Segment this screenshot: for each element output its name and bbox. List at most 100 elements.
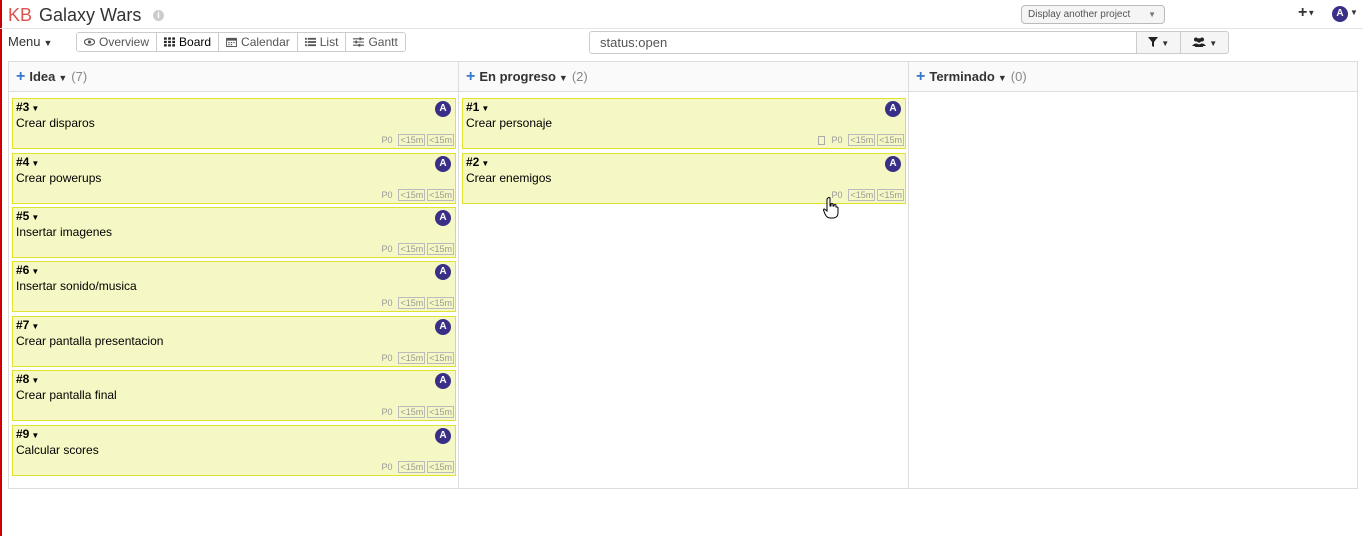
task-card[interactable]: #6 ▼ Insertar sonido/musica A P0 <15m <15… <box>12 261 456 312</box>
caret-down-icon[interactable]: ▼ <box>31 322 39 331</box>
project-select[interactable]: Display another project ▼ <box>1021 5 1165 24</box>
avatar: A <box>435 319 451 335</box>
menu-button[interactable]: Menu ▼ <box>8 34 52 49</box>
task-card[interactable]: #8 ▼ Crear pantalla final A P0 <15m <15m <box>12 370 456 421</box>
time-estimated: <15m <box>398 461 426 473</box>
time-spent: <15m <box>877 189 904 201</box>
column-title[interactable]: En progreso <box>479 69 556 84</box>
add-task-icon[interactable]: + <box>16 68 25 85</box>
caret-down-icon[interactable]: ▼ <box>998 73 1007 83</box>
task-title[interactable]: Crear pantalla presentacion <box>16 334 455 348</box>
task-footer: P0 <15m <15m <box>381 297 454 309</box>
task-footer: P0 <15m <15m <box>381 243 454 255</box>
time-estimated: <15m <box>398 352 426 364</box>
task-id[interactable]: #4 <box>16 155 29 169</box>
avatar: A <box>885 101 901 117</box>
task-title[interactable]: Crear enemigos <box>466 171 905 185</box>
info-icon[interactable]: i <box>153 10 164 21</box>
overview-view-button[interactable]: Overview <box>77 33 158 51</box>
caret-down-icon[interactable]: ▼ <box>31 104 39 113</box>
board-view-button[interactable]: Board <box>157 33 220 51</box>
time-estimated: <15m <box>398 189 426 201</box>
task-title[interactable]: Insertar imagenes <box>16 225 455 239</box>
list-view-button[interactable]: List <box>297 33 347 51</box>
task-id[interactable]: #6 <box>16 263 29 277</box>
column-count: (2) <box>571 69 588 84</box>
task-id[interactable]: #5 <box>16 209 29 223</box>
caret-down-icon[interactable]: ▼ <box>481 159 489 168</box>
caret-down-icon[interactable]: ▼ <box>31 431 39 440</box>
priority-label: P0 <box>381 462 393 472</box>
task-footer: P0 <15m <15m <box>381 406 454 418</box>
calendar-icon <box>226 37 237 47</box>
kanban-board: + Idea ▼ (7) #3 ▼ Crear disparos A P0 <15m <… <box>8 61 1358 489</box>
gantt-view-button[interactable]: Gantt <box>346 33 405 51</box>
window-left-edge <box>0 0 2 536</box>
caret-down-icon: ▼ <box>1161 39 1170 48</box>
task-card[interactable]: #5 ▼ Insertar imagenes A P0 <15m <15m <box>12 207 456 258</box>
task-id[interactable]: #3 <box>16 100 29 114</box>
task-card[interactable]: #2 ▼ Crear enemigos A P0 <15m <15m <box>462 153 906 204</box>
caret-down-icon[interactable]: ▼ <box>58 73 67 83</box>
time-spent: <15m <box>427 352 454 364</box>
column-title[interactable]: Idea <box>29 69 55 84</box>
add-menu-button[interactable]: +▼ <box>1298 4 1315 22</box>
avatar: A <box>435 156 451 172</box>
user-menu[interactable]: A ▼ <box>1332 5 1358 22</box>
priority-label: P0 <box>381 135 393 145</box>
caret-down-icon: ▼ <box>1350 8 1358 18</box>
task-card[interactable]: #4 ▼ Crear powerups A P0 <15m <15m <box>12 153 456 204</box>
task-footer: P0 <15m <15m <box>818 134 904 146</box>
task-footer: P0 <15m <15m <box>381 134 454 146</box>
avatar: A <box>435 264 451 280</box>
priority-label: P0 <box>381 190 393 200</box>
users-filter-button[interactable]: ▼ <box>1180 31 1229 54</box>
task-id[interactable]: #9 <box>16 427 29 441</box>
task-footer: P0 <15m <15m <box>381 189 454 201</box>
time-spent: <15m <box>877 134 904 146</box>
task-card[interactable]: #1 ▼ Crear personaje A P0 <15m <15m <box>462 98 906 149</box>
task-id[interactable]: #2 <box>466 155 479 169</box>
caret-down-icon[interactable]: ▼ <box>31 376 39 385</box>
task-title[interactable]: Calcular scores <box>16 443 455 457</box>
column-title[interactable]: Terminado <box>929 69 995 84</box>
document-icon[interactable] <box>818 135 826 145</box>
task-id[interactable]: #7 <box>16 318 29 332</box>
task-card[interactable]: #9 ▼ Calcular scores A P0 <15m <15m <box>12 425 456 476</box>
task-title[interactable]: Crear disparos <box>16 116 455 130</box>
task-title[interactable]: Crear personaje <box>466 116 905 130</box>
chevron-down-icon: ▼ <box>1148 10 1156 19</box>
view-switcher: Overview Board Calendar List Gantt <box>76 32 406 52</box>
add-task-icon[interactable]: + <box>466 68 475 85</box>
calendar-view-button[interactable]: Calendar <box>219 33 298 51</box>
caret-down-icon[interactable]: ▼ <box>481 104 489 113</box>
filter-button[interactable]: ▼ <box>1136 31 1181 54</box>
task-title[interactable]: Crear pantalla final <box>16 388 455 402</box>
caret-down-icon: ▼ <box>1209 39 1218 48</box>
plus-icon: + <box>1298 4 1308 21</box>
priority-label: P0 <box>381 244 393 254</box>
task-card[interactable]: #7 ▼ Crear pantalla presentacion A P0 <15… <box>12 316 456 367</box>
search-input[interactable]: status:open <box>589 31 1137 54</box>
task-id[interactable]: #8 <box>16 372 29 386</box>
logo[interactable]: KB <box>8 5 32 26</box>
add-task-icon[interactable]: + <box>916 68 925 85</box>
avatar: A <box>435 210 451 226</box>
task-title[interactable]: Crear powerups <box>16 171 455 185</box>
task-title[interactable]: Insertar sonido/musica <box>16 279 455 293</box>
caret-down-icon[interactable]: ▼ <box>31 213 39 222</box>
task-footer: P0 <15m <15m <box>381 352 454 364</box>
time-spent: <15m <box>427 243 454 255</box>
avatar: A <box>1332 6 1348 22</box>
priority-label: P0 <box>381 298 393 308</box>
gantt-label: Gantt <box>368 35 398 49</box>
task-card[interactable]: #3 ▼ Crear disparos A P0 <15m <15m <box>12 98 456 149</box>
task-id[interactable]: #1 <box>466 100 479 114</box>
caret-down-icon[interactable]: ▼ <box>31 159 39 168</box>
priority-label: P0 <box>381 407 393 417</box>
caret-down-icon[interactable]: ▼ <box>31 267 39 276</box>
column-en-progreso: + En progreso ▼ (2) #1 ▼ Crear personaje A P… <box>459 62 909 488</box>
list-icon <box>304 37 316 47</box>
caret-down-icon[interactable]: ▼ <box>559 73 568 83</box>
board-label: Board <box>179 35 212 49</box>
